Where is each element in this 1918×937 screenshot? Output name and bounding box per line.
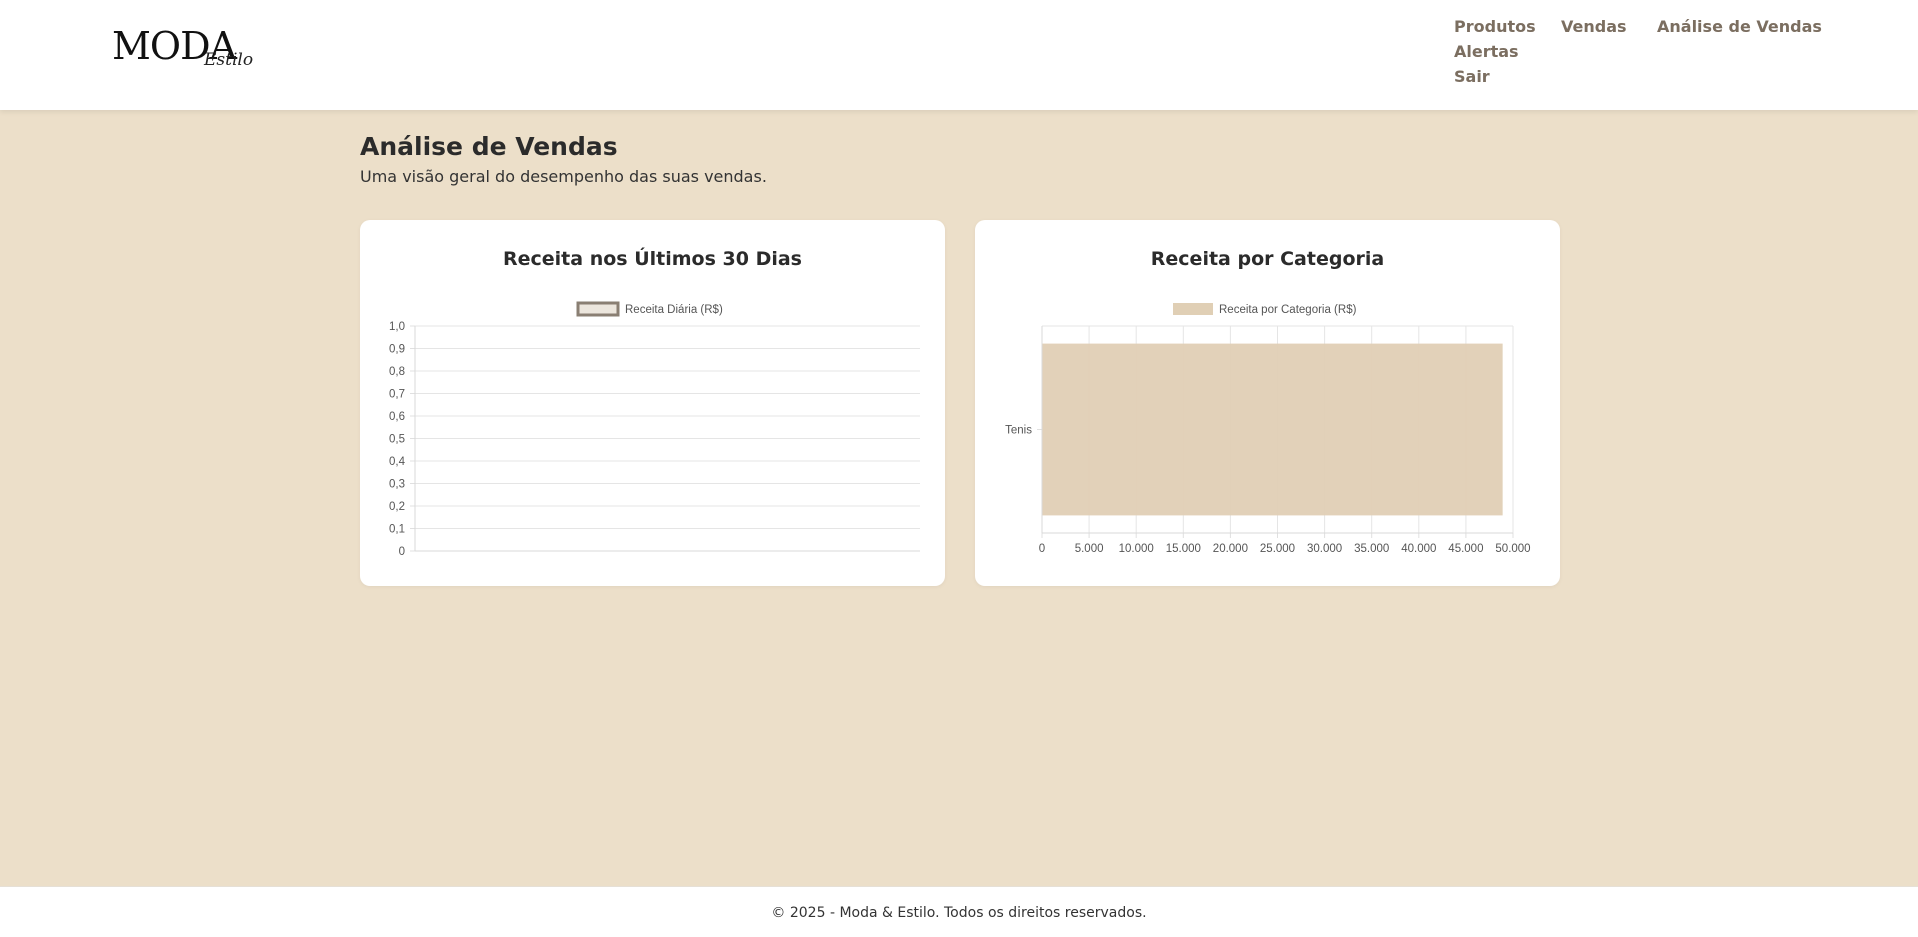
- page-subtitle: Uma visão geral do desempenho das suas v…: [360, 167, 767, 186]
- y-tick-label: 0,9: [389, 344, 405, 356]
- y-tick-label: 0,6: [389, 411, 405, 423]
- x-tick-label: 35.000: [1354, 543, 1389, 555]
- category-revenue-card: Receita por Categoria Receita por Catego…: [975, 220, 1560, 586]
- nav-link-analise-vendas[interactable]: Análise de Vendas: [1657, 17, 1822, 36]
- x-tick-label: 30.000: [1307, 543, 1342, 555]
- x-tick-label: 0: [1039, 543, 1045, 555]
- y-tick-label: 0,3: [389, 479, 405, 491]
- category-revenue-chart: Receita por Categoria (R$) 0 5.000 10.000 15…: [1005, 303, 1531, 555]
- y-tick-label: 0,5: [389, 434, 405, 446]
- nav-link-produtos[interactable]: Produtos: [1454, 17, 1536, 36]
- x-tick-label: 10.000: [1119, 543, 1154, 555]
- y-tick-label: 0,1: [389, 524, 405, 536]
- daily-revenue-card: Receita nos Últimos 30 Dias Receita Diár…: [360, 220, 945, 586]
- nav-link-alertas[interactable]: Alertas: [1454, 42, 1519, 61]
- y-tick-label: 0: [399, 546, 405, 558]
- x-tick-label: 20.000: [1213, 543, 1248, 555]
- x-tick-label: 25.000: [1260, 543, 1295, 555]
- legend-swatch: [576, 301, 620, 317]
- site-footer: © 2025 - Moda & Estilo. Todos os direito…: [0, 886, 1918, 937]
- logo-script: Estilo: [204, 50, 254, 70]
- legend-label: Receita por Categoria (R$): [1219, 304, 1357, 316]
- y-tick-label: 0,7: [389, 389, 405, 401]
- y-tick-label: 0,8: [389, 366, 405, 378]
- y-tick-label: 0,4: [389, 456, 406, 468]
- x-tick-label: 50.000: [1495, 543, 1530, 555]
- x-tick-label: 5.000: [1075, 543, 1104, 555]
- x-tick-label: 15.000: [1166, 543, 1201, 555]
- y-category-label: Tenis: [1005, 425, 1032, 437]
- bar: [1042, 343, 1503, 516]
- x-tick-label: 40.000: [1401, 543, 1436, 555]
- y-tick-label: 1,0: [389, 321, 405, 333]
- y-tick-label: 0,2: [389, 501, 405, 513]
- footer-copyright: © 2025 - Moda & Estilo. Todos os direito…: [771, 905, 1147, 921]
- site-header: MODA Estilo Produtos Vendas Análise de V…: [0, 0, 1918, 110]
- main-content: Análise de Vendas Uma visão geral do des…: [0, 110, 1918, 886]
- x-tick-label: 45.000: [1448, 543, 1483, 555]
- daily-revenue-chart: Receita Diária (R$) 0 0,1 0,2 0,3 0,4 0,5 0,6 0,…: [389, 301, 920, 558]
- legend-label: Receita Diária (R$): [625, 304, 723, 316]
- legend-swatch: [1173, 303, 1213, 315]
- nav-link-sair[interactable]: Sair: [1454, 67, 1490, 86]
- nav-link-vendas[interactable]: Vendas: [1561, 17, 1627, 36]
- brand-logo[interactable]: MODA Estilo: [112, 24, 254, 76]
- page-title: Análise de Vendas: [360, 132, 618, 161]
